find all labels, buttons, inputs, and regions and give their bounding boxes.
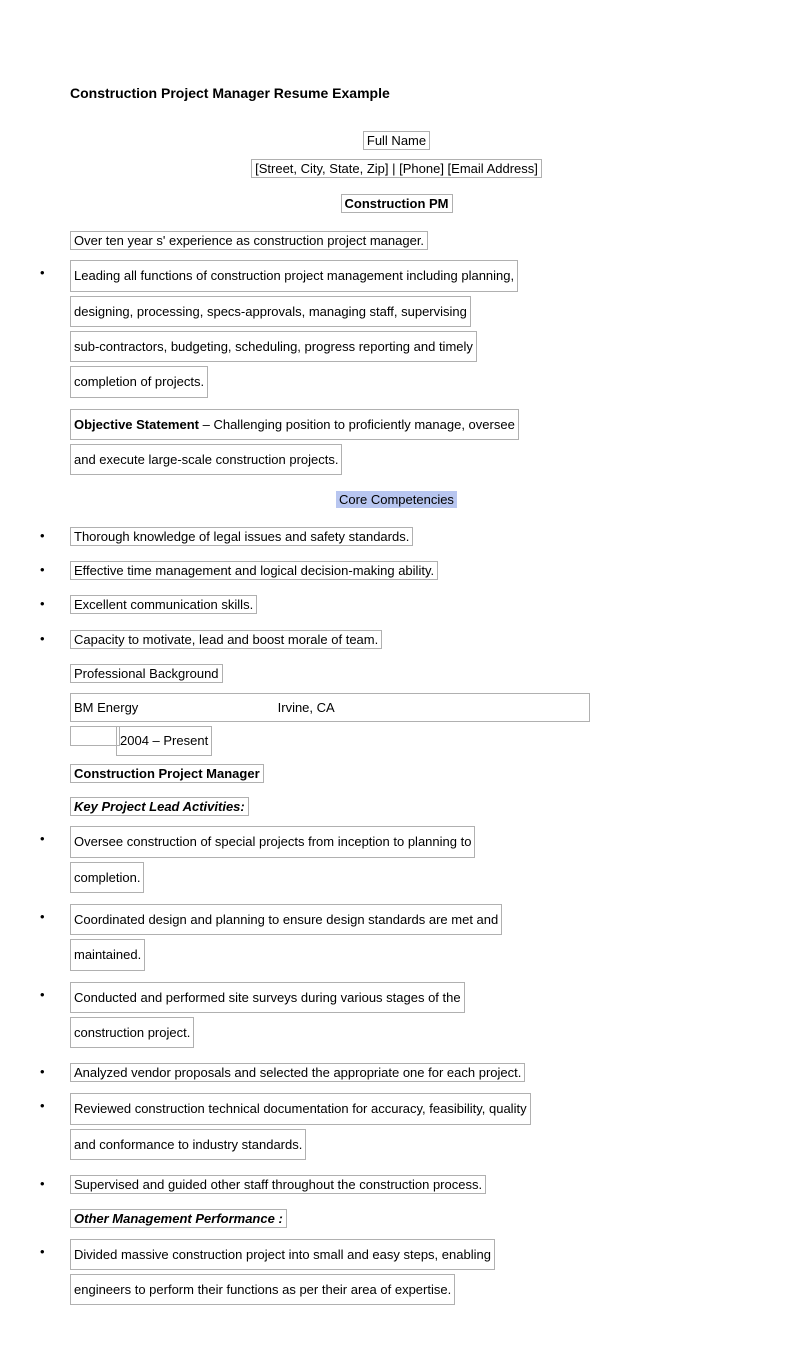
- ka-4-l2: and conformance to industry standards.: [70, 1129, 306, 1160]
- core-competencies-block: Core Competencies: [70, 487, 723, 512]
- competencies-list: Thorough knowledge of legal issues and s…: [70, 523, 723, 653]
- objective-label: Objective Statement: [74, 417, 199, 432]
- comp-1: Effective time management and logical de…: [70, 561, 438, 580]
- key-activities-list: Oversee construction of special projects…: [70, 826, 723, 1198]
- summary-l2: designing, processing, specs-approvals, …: [70, 296, 471, 327]
- comp-3: Capacity to motivate, lead and boost mor…: [70, 630, 382, 649]
- list-item: Coordinated design and planning to ensur…: [70, 904, 723, 975]
- ka-1-l1: Coordinated design and planning to ensur…: [70, 904, 502, 935]
- list-item: Conducted and performed site surveys dur…: [70, 982, 723, 1053]
- ka-3-l1: Analyzed vendor proposals and selected t…: [70, 1063, 525, 1082]
- list-item: Analyzed vendor proposals and selected t…: [70, 1059, 723, 1086]
- job-year-spacer: [70, 726, 120, 746]
- page-title: Construction Project Manager Resume Exam…: [70, 80, 723, 107]
- job-company: BM Energy: [74, 695, 274, 720]
- ka-1-l2: maintained.: [70, 939, 145, 970]
- summary-l4: completion of projects.: [70, 366, 208, 397]
- ka-5-l1: Supervised and guided other staff throug…: [70, 1175, 486, 1194]
- om-0-l1: Divided massive construction project int…: [70, 1239, 495, 1270]
- key-activities-title: Key Project Lead Activities:: [70, 797, 249, 816]
- full-name: Full Name: [363, 131, 430, 150]
- ka-4-l1: Reviewed construction technical document…: [70, 1093, 531, 1124]
- job-years: 2004 – Present: [116, 726, 212, 755]
- prof-background-block: Professional Background: [70, 660, 723, 687]
- summary-block: Over ten year s' experience as construct…: [70, 227, 723, 254]
- role-title: Construction PM: [341, 194, 453, 213]
- objective-l2: and execute large-scale construction pro…: [70, 444, 342, 475]
- job-year-row: 2004 – Present: [70, 726, 723, 755]
- ka-0-l1: Oversee construction of special projects…: [70, 826, 475, 857]
- list-item: Supervised and guided other staff throug…: [70, 1171, 723, 1198]
- list-item: Capacity to motivate, lead and boost mor…: [70, 626, 723, 653]
- list-item: Excellent communication skills.: [70, 591, 723, 618]
- job-row: BM Energy Irvine, CA: [70, 693, 590, 722]
- job-position: Construction Project Manager: [70, 764, 264, 783]
- core-competencies-title: Core Competencies: [336, 491, 457, 508]
- objective-block: Objective Statement – Challenging positi…: [70, 409, 723, 480]
- objective-l1: – Challenging position to proficiently m…: [199, 417, 515, 432]
- summary-l3: sub-contractors, budgeting, scheduling, …: [70, 331, 477, 362]
- summary-l1: Leading all functions of construction pr…: [70, 260, 518, 291]
- list-item: Divided massive construction project int…: [70, 1239, 723, 1310]
- summary-text: Over ten year s' experience as construct…: [70, 231, 428, 250]
- list-item: Reviewed construction technical document…: [70, 1093, 723, 1164]
- list-item: Oversee construction of special projects…: [70, 826, 723, 897]
- list-item: Thorough knowledge of legal issues and s…: [70, 523, 723, 550]
- other-mgmt-title-block: Other Management Performance :: [70, 1205, 723, 1232]
- header-block: Full Name [Street, City, State, Zip] | […: [70, 127, 723, 182]
- list-item: Effective time management and logical de…: [70, 557, 723, 584]
- comp-0: Thorough knowledge of legal issues and s…: [70, 527, 413, 546]
- job-location: Irvine, CA: [278, 695, 335, 720]
- other-mgmt-list: Divided massive construction project int…: [70, 1239, 723, 1310]
- ka-2-l1: Conducted and performed site surveys dur…: [70, 982, 465, 1013]
- key-activities-title-block: Key Project Lead Activities:: [70, 793, 723, 820]
- ka-2-l2: construction project.: [70, 1017, 194, 1048]
- role-title-block: Construction PM: [70, 190, 723, 217]
- ka-0-l2: completion.: [70, 862, 144, 893]
- comp-2: Excellent communication skills.: [70, 595, 257, 614]
- summary-bullet-item: Leading all functions of construction pr…: [70, 260, 723, 401]
- prof-background-label: Professional Background: [70, 664, 223, 683]
- address-line: [Street, City, State, Zip] | [Phone] [Em…: [251, 159, 542, 178]
- job-block: BM Energy Irvine, CA 2004 – Present Cons…: [70, 693, 723, 787]
- other-mgmt-title: Other Management Performance :: [70, 1209, 287, 1228]
- om-0-l2: engineers to perform their functions as …: [70, 1274, 455, 1305]
- summary-bullets: Leading all functions of construction pr…: [70, 260, 723, 401]
